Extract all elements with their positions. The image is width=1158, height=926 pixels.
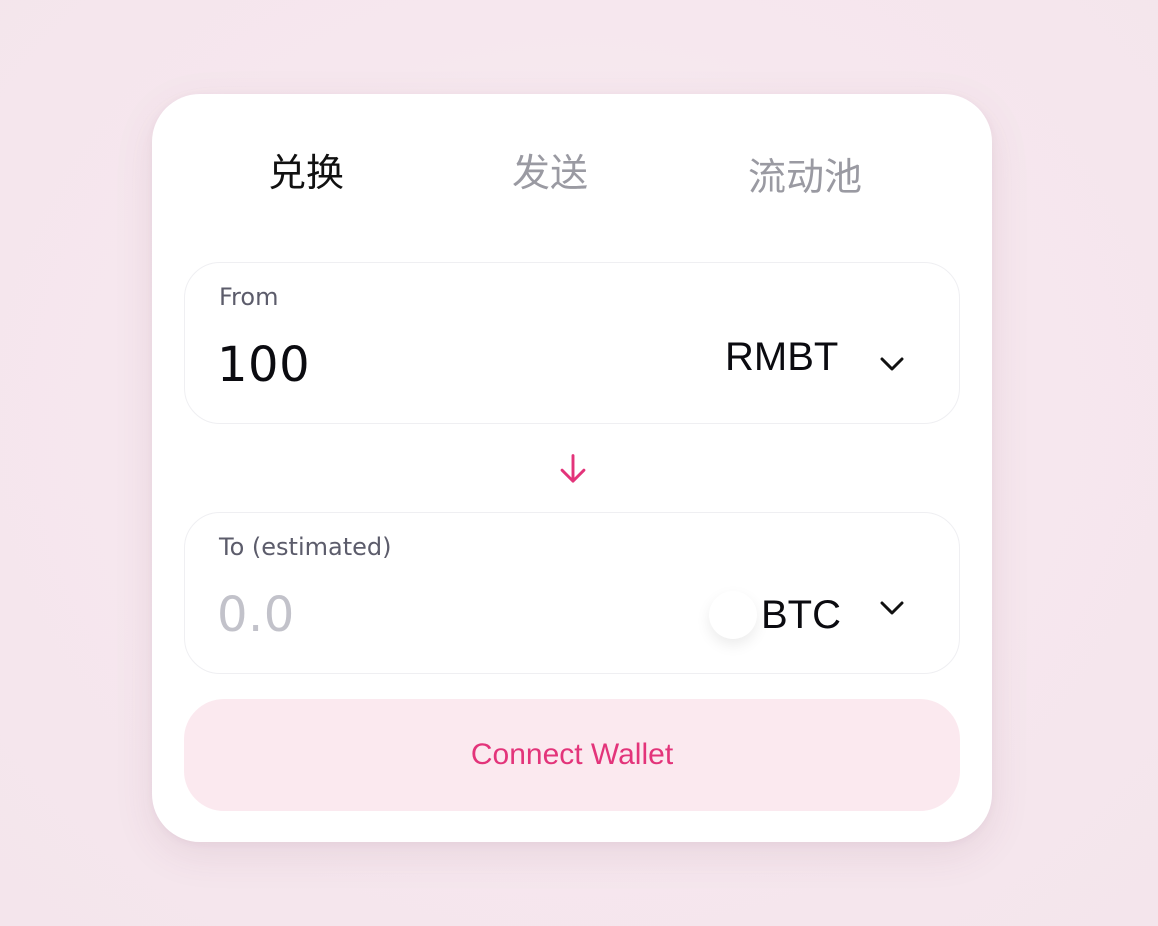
arrow-down-icon[interactable]: [558, 452, 588, 486]
tab-send[interactable]: 发送: [512, 146, 588, 200]
to-panel: To (estimated) BTC: [184, 512, 960, 674]
from-panel: From RMBT: [184, 262, 960, 424]
chevron-down-icon: [880, 357, 904, 371]
tab-swap[interactable]: 兑换: [268, 146, 344, 200]
from-token-select[interactable]: RMBT: [725, 323, 945, 387]
to-amount-input[interactable]: [217, 587, 637, 643]
to-label: To (estimated): [219, 533, 392, 561]
chevron-down-icon: [880, 601, 904, 615]
to-token-select[interactable]: BTC: [709, 589, 945, 653]
from-label: From: [219, 283, 279, 311]
connect-wallet-button[interactable]: Connect Wallet: [184, 699, 960, 811]
to-token-symbol: BTC: [761, 593, 841, 637]
token-logo-icon: [709, 591, 757, 639]
from-token-symbol: RMBT: [725, 335, 839, 379]
from-amount-input[interactable]: [217, 337, 637, 393]
tab-bar: 兑换 发送 流动池: [152, 94, 992, 254]
tab-pool[interactable]: 流动池: [748, 150, 862, 204]
swap-card: 兑换 发送 流动池 From RMBT To (estimated) BTC C…: [152, 94, 992, 842]
